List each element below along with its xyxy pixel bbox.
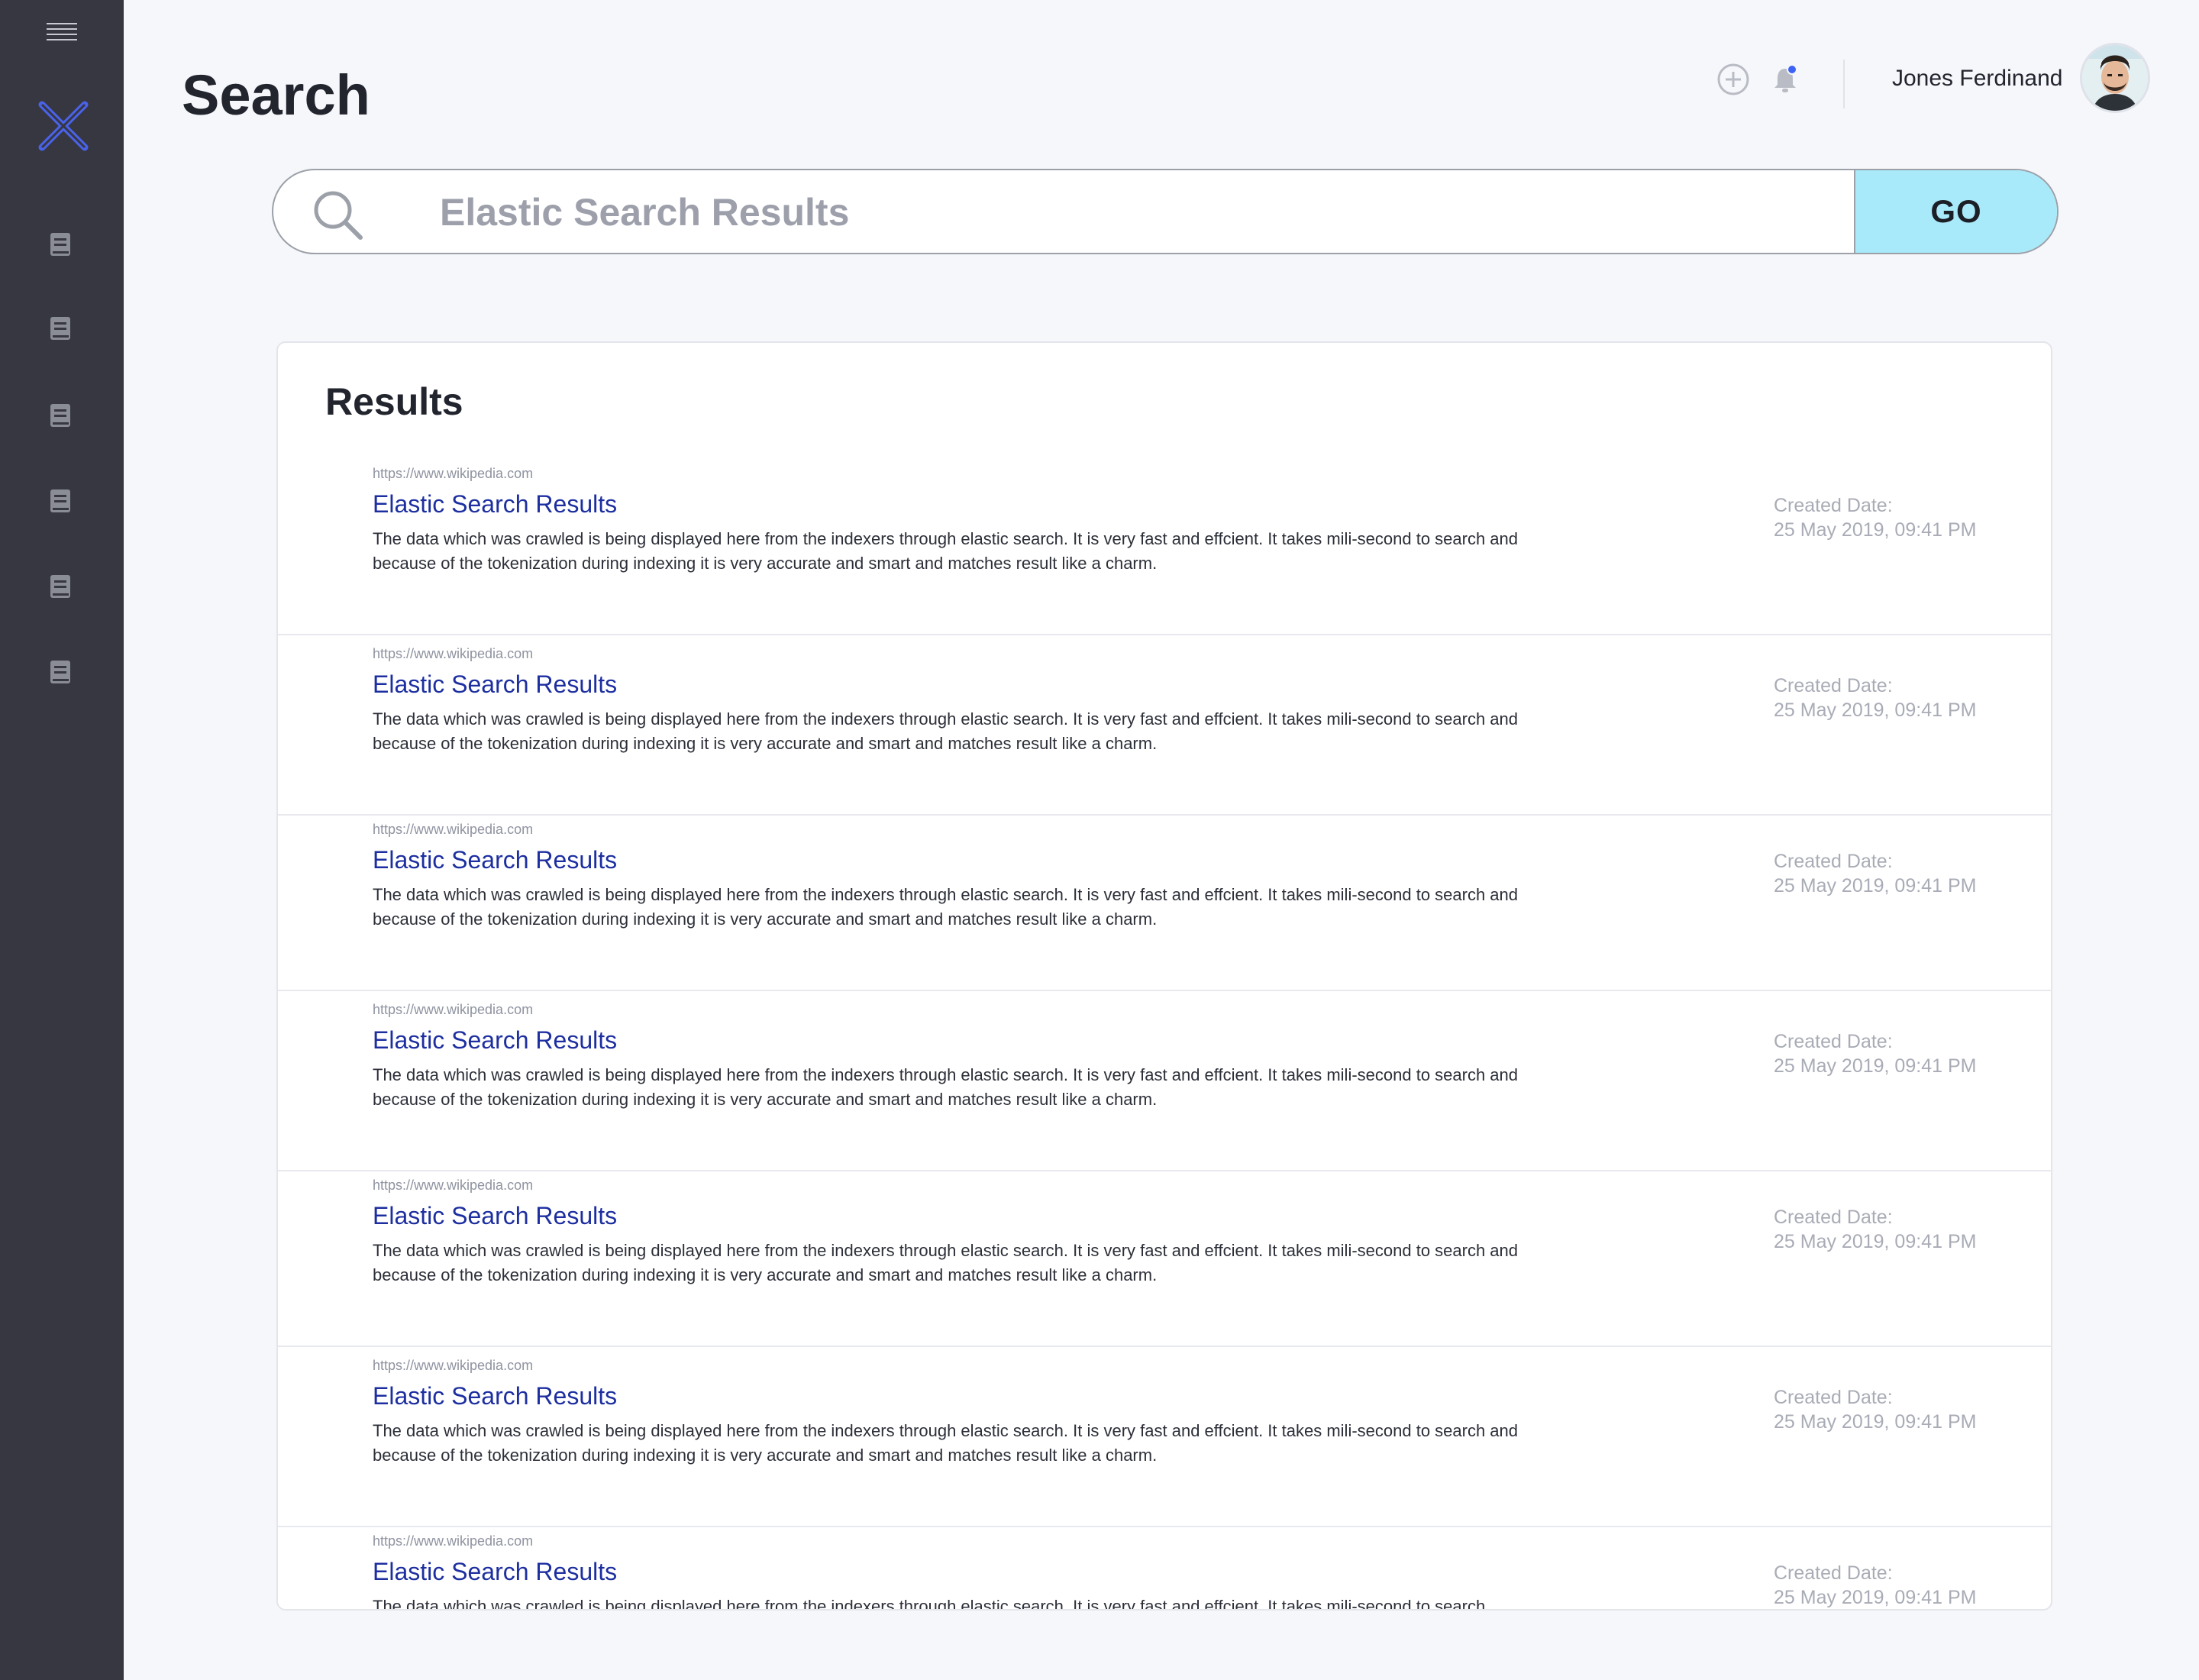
created-date-label: Created Date: <box>1774 1387 1893 1408</box>
book-icon <box>50 317 70 340</box>
result-url[interactable]: https://www.wikipedia.com <box>373 1002 533 1018</box>
book-icon <box>50 575 70 598</box>
header-divider <box>1843 60 1845 108</box>
created-date-label: Created Date: <box>1774 1562 1893 1584</box>
sidebar-item-4[interactable] <box>49 488 72 514</box>
created-date-label: Created Date: <box>1774 851 1893 872</box>
sidebar <box>0 0 124 1680</box>
notifications-button[interactable] <box>1771 64 1799 99</box>
created-date-label: Created Date: <box>1774 1207 1893 1228</box>
result-title-link[interactable]: Elastic Search Results <box>373 1382 617 1410</box>
created-date-value: 25 May 2019, 09:41 PM <box>1774 1587 1977 1608</box>
result-description: The data which was crawled is being disp… <box>373 529 1519 573</box>
go-button[interactable]: GO <box>1854 170 2057 253</box>
result-item: https://www.wikipedia.com Elastic Search… <box>278 991 2051 1171</box>
sidebar-item-2[interactable] <box>49 315 72 341</box>
result-item: https://www.wikipedia.com Elastic Search… <box>278 635 2051 816</box>
result-description: The data which was crawled is being disp… <box>373 709 1519 753</box>
results-card: Results https://www.wikipedia.com Elasti… <box>276 341 2052 1611</box>
result-title-link[interactable]: Elastic Search Results <box>373 670 617 699</box>
search-icon[interactable] <box>312 189 363 244</box>
book-icon <box>50 404 70 427</box>
results-title: Results <box>325 380 463 423</box>
result-title-link[interactable]: Elastic Search Results <box>373 490 617 519</box>
result-item: https://www.wikipedia.com Elastic Search… <box>278 1347 2051 1527</box>
result-item: https://www.wikipedia.com Elastic Search… <box>278 811 2051 991</box>
app-logo[interactable] <box>33 95 94 157</box>
result-url[interactable]: https://www.wikipedia.com <box>373 1178 533 1194</box>
created-date-label: Created Date: <box>1774 495 1893 516</box>
hamburger-menu-icon[interactable] <box>47 23 77 43</box>
result-url[interactable]: https://www.wikipedia.com <box>373 646 533 662</box>
created-date-value: 25 May 2019, 09:41 PM <box>1774 699 1977 721</box>
result-title-link[interactable]: Elastic Search Results <box>373 846 617 874</box>
user-avatar-icon <box>2082 45 2148 111</box>
result-description: The data which was crawled is being disp… <box>373 1241 1519 1284</box>
result-item: https://www.wikipedia.com Elastic Search… <box>278 1167 2051 1347</box>
search-bar: GO <box>272 169 2059 254</box>
created-date-value: 25 May 2019, 09:41 PM <box>1774 1411 1977 1433</box>
result-description: The data which was crawled is being disp… <box>373 1421 1519 1465</box>
book-icon <box>50 489 70 512</box>
result-url[interactable]: https://www.wikipedia.com <box>373 466 533 482</box>
sidebar-item-5[interactable] <box>49 573 72 599</box>
result-title-link[interactable]: Elastic Search Results <box>373 1558 617 1586</box>
created-date-label: Created Date: <box>1774 675 1893 696</box>
result-description: The data which was crawled is being disp… <box>373 1065 1519 1109</box>
result-title-link[interactable]: Elastic Search Results <box>373 1026 617 1055</box>
result-description: The data which was crawled is being disp… <box>373 885 1519 929</box>
result-description: The data which was crawled is being disp… <box>373 1597 1486 1611</box>
created-date-value: 25 May 2019, 09:41 PM <box>1774 519 1977 541</box>
result-item: https://www.wikipedia.com Elastic Search… <box>278 1523 2051 1611</box>
sidebar-item-6[interactable] <box>49 659 72 685</box>
page-title: Search <box>182 63 370 127</box>
result-item: https://www.wikipedia.com Elastic Search… <box>278 455 2051 635</box>
search-input[interactable] <box>438 178 1816 247</box>
book-icon <box>50 661 70 683</box>
result-url[interactable]: https://www.wikipedia.com <box>373 1358 533 1374</box>
created-date-value: 25 May 2019, 09:41 PM <box>1774 1055 1977 1077</box>
bell-icon <box>1774 64 1797 92</box>
add-button[interactable] <box>1716 63 1750 100</box>
result-title-link[interactable]: Elastic Search Results <box>373 1202 617 1230</box>
result-url[interactable]: https://www.wikipedia.com <box>373 1533 533 1549</box>
avatar[interactable] <box>2080 43 2150 113</box>
created-date-label: Created Date: <box>1774 1031 1893 1052</box>
user-name[interactable]: Jones Ferdinand <box>1892 66 2062 92</box>
created-date-value: 25 May 2019, 09:41 PM <box>1774 1231 1977 1252</box>
created-date-value: 25 May 2019, 09:41 PM <box>1774 875 1977 897</box>
result-url[interactable]: https://www.wikipedia.com <box>373 822 533 838</box>
book-icon <box>50 233 70 256</box>
sidebar-item-3[interactable] <box>49 402 72 428</box>
plus-circle-icon <box>1717 63 1749 95</box>
sidebar-item-1[interactable] <box>49 231 72 257</box>
